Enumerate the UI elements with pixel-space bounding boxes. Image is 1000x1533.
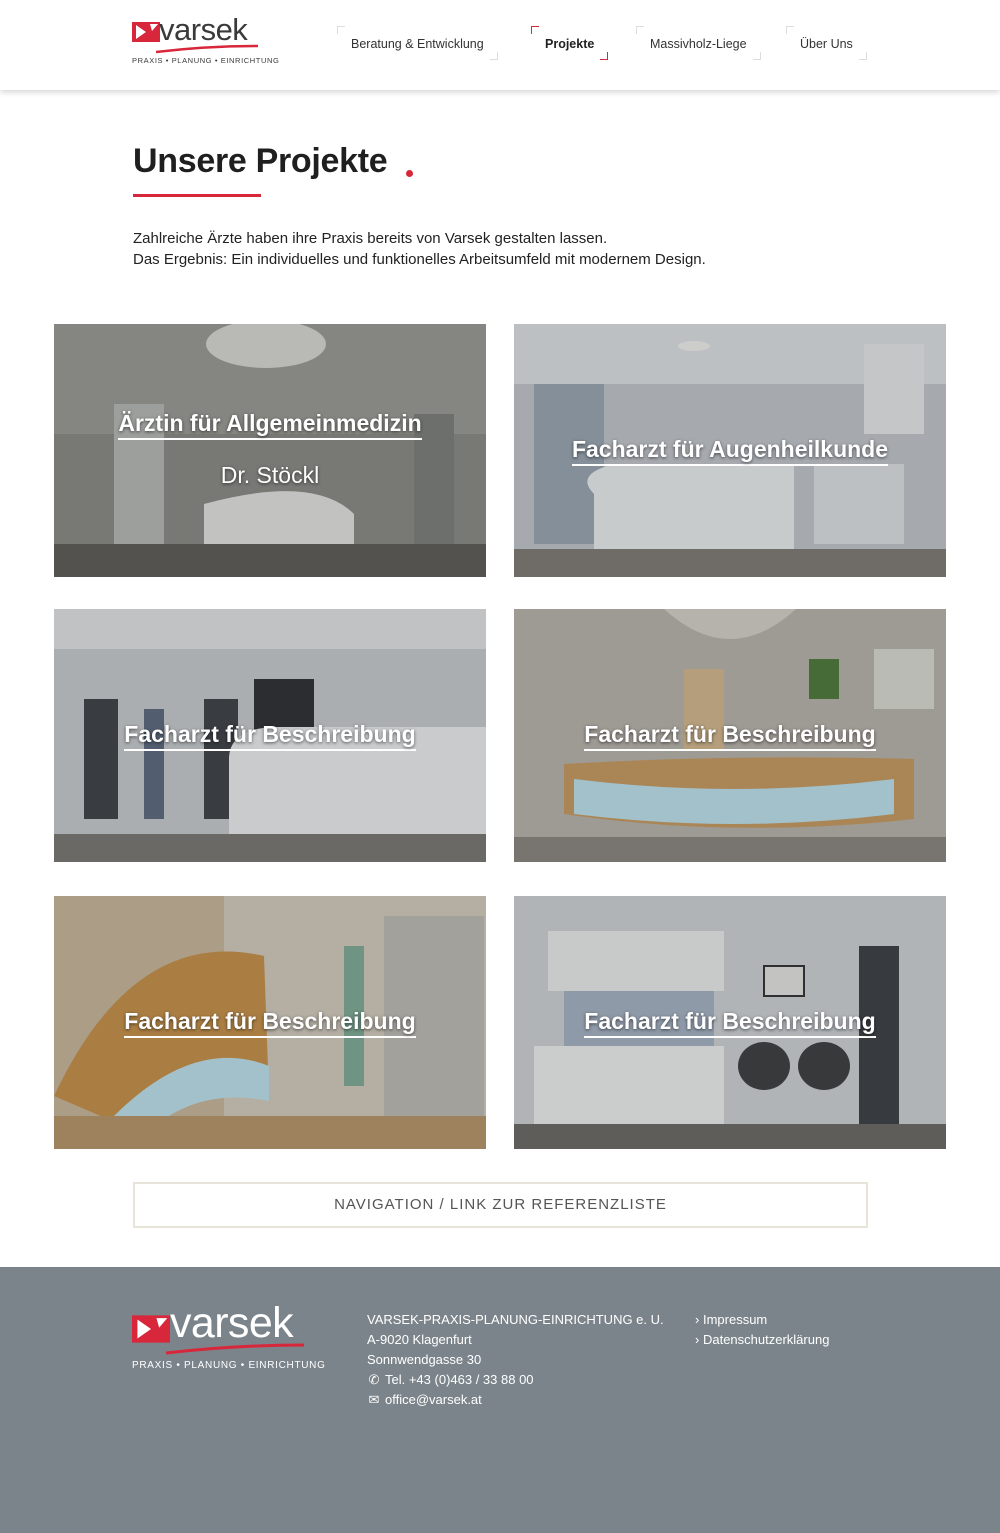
logo-tagline: PRAXIS • PLANUNG • EINRICHTUNG xyxy=(132,1360,326,1371)
nav-item-massivholz-liege[interactable]: Massivholz-Liege xyxy=(636,26,761,60)
project-tile-augenheilkunde[interactable]: Facharzt für Augenheilkunde xyxy=(514,324,946,577)
intro-text: Zahlreiche Ärzte haben ihre Praxis berei… xyxy=(133,228,706,270)
site-header: varsek PRAXIS • PLANUNG • EINRICHTUNG Be… xyxy=(0,0,1000,90)
mail-icon: ✉ xyxy=(368,1392,380,1407)
project-tile-5[interactable]: Facharzt für Beschreibung xyxy=(54,896,486,1149)
intro-line-2: Das Ergebnis: Ein individuelles und funk… xyxy=(133,251,706,268)
nav-item-ueber-uns[interactable]: Über Uns xyxy=(786,26,867,60)
tile-overlay xyxy=(54,324,486,577)
phone-icon: ✆ xyxy=(368,1372,380,1387)
project-title: Facharzt für Beschreibung xyxy=(54,1008,486,1038)
project-tile-3[interactable]: Facharzt für Beschreibung xyxy=(54,609,486,862)
project-tile-allgemeinmedizin[interactable]: Ärztin für Allgemeinmedizin Dr. Stöckl xyxy=(54,324,486,577)
project-subtitle: Dr. Stöckl xyxy=(220,462,320,488)
project-title: Facharzt für Beschreibung xyxy=(54,721,486,751)
reference-list-link[interactable]: NAVIGATION / LINK ZUR REFERENZLISTE xyxy=(133,1182,868,1228)
project-title: Facharzt für Augenheilkunde xyxy=(514,436,946,466)
company-name: VARSEK-PRAXIS-PLANUNG-EINRICHTUNG e. U. xyxy=(367,1312,664,1327)
project-title: Facharzt für Beschreibung xyxy=(514,1008,946,1038)
logo-mark-icon xyxy=(132,1315,170,1343)
project-tile-4[interactable]: Facharzt für Beschreibung xyxy=(514,609,946,862)
intro-line-1: Zahlreiche Ärzte haben ihre Praxis berei… xyxy=(133,230,608,247)
nav-item-projekte[interactable]: Projekte xyxy=(531,26,609,60)
site-footer: varsek PRAXIS • PLANUNG • EINRICHTUNG VA… xyxy=(0,1267,1000,1533)
footer-link-datenschutz[interactable]: › Datenschutzerklärung xyxy=(695,1330,829,1350)
main-nav: Beratung & Entwicklung Projekte Massivho… xyxy=(0,26,1000,62)
logo-swoosh-icon xyxy=(166,1343,304,1355)
project-tile-6[interactable]: Facharzt für Beschreibung xyxy=(514,896,946,1149)
project-title: Ärztin für Allgemeinmedizin xyxy=(54,410,486,440)
chevron-right-icon: › xyxy=(695,1332,700,1347)
chevron-right-icon: › xyxy=(695,1312,700,1327)
title-underline xyxy=(133,194,261,197)
nav-item-beratung[interactable]: Beratung & Entwicklung xyxy=(337,26,498,60)
page-title: Unsere Projekte xyxy=(133,142,388,180)
footer-address: VARSEK-PRAXIS-PLANUNG-EINRICHTUNG e. U. … xyxy=(367,1310,664,1410)
company-phone[interactable]: ✆ Tel. +43 (0)463 / 33 88 00 xyxy=(367,1370,664,1390)
logo-wordmark: varsek xyxy=(170,1299,294,1347)
title-accent-dot xyxy=(406,170,413,177)
company-street: Sonnwendgasse 30 xyxy=(367,1352,482,1367)
project-title: Facharzt für Beschreibung xyxy=(514,721,946,751)
footer-links: › Impressum › Datenschutzerklärung xyxy=(695,1310,829,1350)
footer-link-impressum[interactable]: › Impressum xyxy=(695,1310,829,1330)
company-city: A-9020 Klagenfurt xyxy=(367,1332,472,1347)
footer-logo[interactable]: varsek PRAXIS • PLANUNG • EINRICHTUNG xyxy=(132,1299,325,1375)
company-email[interactable]: ✉ office@varsek.at xyxy=(367,1390,664,1410)
